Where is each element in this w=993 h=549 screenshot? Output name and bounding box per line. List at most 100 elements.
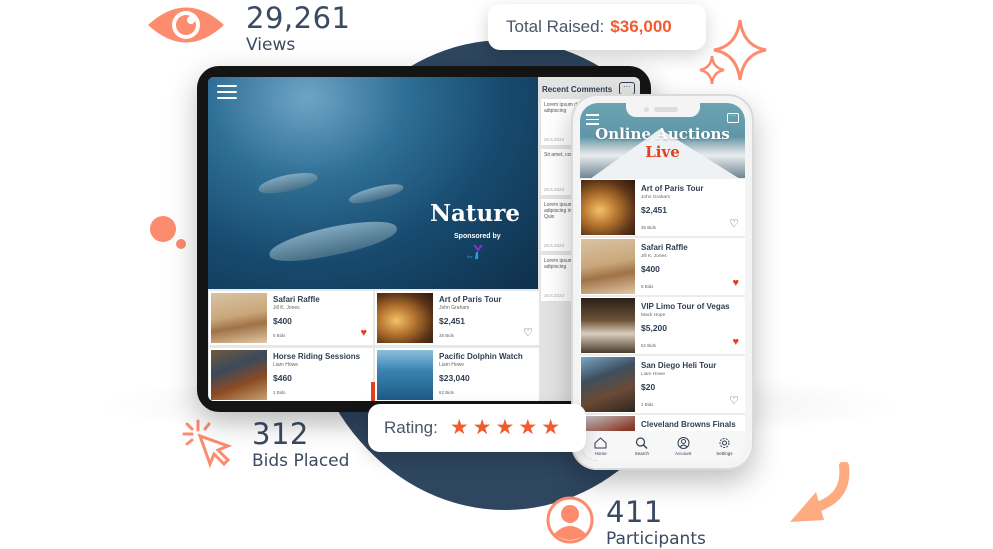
hero-banner[interactable]: Nature Sponsored by the	[208, 77, 538, 289]
item-price: $400	[641, 264, 660, 274]
participants-count: 411	[606, 495, 663, 529]
item-bids: 35 Bids	[439, 333, 455, 338]
user-icon	[546, 496, 594, 544]
participants-label: Participants	[606, 529, 706, 549]
heart-filled-icon[interactable]: ♥	[360, 328, 367, 339]
item-title: Horse Riding Sessions	[273, 352, 361, 361]
item-price: $5,200	[641, 323, 667, 333]
phone-screen: ··· Online Auctions Live Art of Paris To…	[580, 103, 745, 461]
item-image	[581, 357, 635, 412]
phone-device: ··· Online Auctions Live Art of Paris To…	[571, 94, 754, 470]
heart-filled-icon[interactable]: ♥	[732, 278, 739, 289]
auction-card[interactable]: San Diego Heli Tour Liam Howe $20 2 Bids…	[580, 356, 745, 413]
item-title: Art of Paris Tour	[439, 295, 502, 304]
rating-label: Rating:	[384, 418, 438, 437]
auction-card[interactable]: Art of Paris Tour John Graham $2,451 35 …	[375, 291, 539, 345]
item-price: $23,040	[439, 373, 470, 383]
comment-date: 20.6.2023	[544, 243, 565, 248]
tab-label: Settings	[716, 450, 733, 456]
decorative-dot-large	[150, 216, 176, 242]
item-image	[377, 293, 433, 343]
home-icon	[594, 436, 607, 448]
sparkle-icon	[699, 19, 767, 85]
tab-search[interactable]: Search	[624, 436, 660, 456]
star-icon: ★	[518, 416, 538, 439]
bids-label: Bids Placed	[252, 451, 350, 471]
app-title: Online Auctions	[595, 125, 730, 143]
dolphin-image	[256, 168, 320, 198]
cursor-click-icon	[182, 419, 233, 469]
item-title: Safari Raffle	[273, 295, 320, 304]
total-raised-badge: Total Raised: $36,000	[488, 4, 706, 50]
item-image	[377, 350, 433, 400]
star-icon: ★	[495, 416, 515, 439]
chat-icon[interactable]: ···	[727, 113, 739, 123]
participants-stat: 411 Participants	[546, 496, 706, 549]
eye-icon	[148, 7, 224, 43]
item-bids: 2 Bids	[641, 402, 654, 407]
auction-card[interactable]: Pacific Dolphin Watch Liam Howe $23,040 …	[375, 348, 539, 401]
sponsor-label: Sponsored by	[454, 233, 501, 240]
app-subtitle-live: Live	[645, 143, 680, 161]
item-title: Cleveland Browns Finals	[641, 420, 736, 429]
decorative-dot-small	[176, 239, 186, 249]
item-price: $20	[641, 382, 656, 392]
comment-date: 20.6.2023	[544, 137, 565, 142]
item-sponsor: Mack Hope	[641, 313, 666, 318]
tab-settings[interactable]: Settings	[706, 437, 742, 456]
item-sponsor: John Graham	[439, 305, 470, 311]
hero-title: Nature	[430, 200, 521, 227]
item-image	[581, 298, 635, 353]
heart-outline-icon[interactable]: ♡	[729, 219, 739, 230]
heart-outline-icon[interactable]: ♡	[523, 328, 533, 339]
phone-header: ··· Online Auctions Live	[580, 103, 745, 179]
dolphin-image	[347, 180, 405, 207]
item-sponsor: Liam Howe	[641, 372, 665, 377]
item-bids: 5 Bids	[641, 284, 654, 289]
curved-arrow-icon	[790, 462, 850, 522]
tab-home[interactable]: Home	[583, 436, 619, 456]
comments-title: Recent Comments	[542, 85, 613, 94]
views-label: Views	[246, 35, 296, 55]
account-icon	[677, 436, 690, 449]
total-raised-label: Total Raised:	[506, 17, 605, 36]
bottom-tab-bar: Home Search Account Settings	[580, 431, 745, 461]
bids-count: 312	[252, 417, 309, 451]
auction-card[interactable]: Art of Paris Tour John Graham $2,451 35 …	[580, 179, 745, 236]
comment-date: 20.6.2023	[544, 187, 565, 192]
auction-card[interactable]: VIP Limo Tour of Vegas Mack Hope $5,200 …	[580, 297, 745, 354]
tab-label: Home	[594, 450, 607, 456]
item-price: $2,451	[641, 205, 667, 215]
heart-outline-icon[interactable]: ♡	[729, 396, 739, 407]
star-icon: ★	[449, 416, 469, 439]
heart-filled-icon[interactable]: ♥	[732, 337, 739, 348]
item-title: Safari Raffle	[641, 243, 688, 252]
search-icon	[636, 436, 648, 449]
item-image	[581, 239, 635, 294]
item-image	[581, 180, 635, 235]
auction-card[interactable]: Horse Riding Sessions Liam Howe $460 2 B…	[209, 348, 373, 401]
item-sponsor: Jill K. Jones	[641, 254, 667, 259]
item-price: $2,451	[439, 316, 465, 326]
scroll-indicator[interactable]	[371, 382, 375, 401]
ymca-logo-icon: the	[467, 245, 483, 259]
svg-text:the: the	[467, 254, 473, 259]
item-bids: 62 Bids	[439, 390, 455, 395]
views-count: 29,261	[246, 1, 351, 35]
tab-account[interactable]: Account	[665, 436, 701, 456]
bids-stat: 312 Bids Placed	[180, 418, 349, 472]
rating-badge: Rating: ★ ★ ★ ★ ★	[368, 404, 586, 452]
item-bids: 2 Bids	[273, 390, 286, 395]
auction-card[interactable]: Safari Raffle Jill K. Jones $400 5 Bids …	[580, 238, 745, 295]
hamburger-icon[interactable]	[217, 85, 237, 103]
auction-card[interactable]: Safari Raffle Jill K. Jones $400 5 Bids …	[209, 291, 373, 345]
rating-stars: ★ ★ ★ ★ ★	[450, 417, 564, 439]
tab-label: Search	[634, 450, 649, 456]
phone-notch	[626, 103, 700, 117]
item-price: $460	[273, 373, 292, 383]
item-bids: 35 Bids	[641, 225, 657, 230]
item-price: $400	[273, 316, 292, 326]
item-sponsor: Jill K. Jones	[273, 305, 300, 311]
item-title: Pacific Dolphin Watch	[439, 352, 523, 361]
star-icon: ★	[472, 416, 492, 439]
